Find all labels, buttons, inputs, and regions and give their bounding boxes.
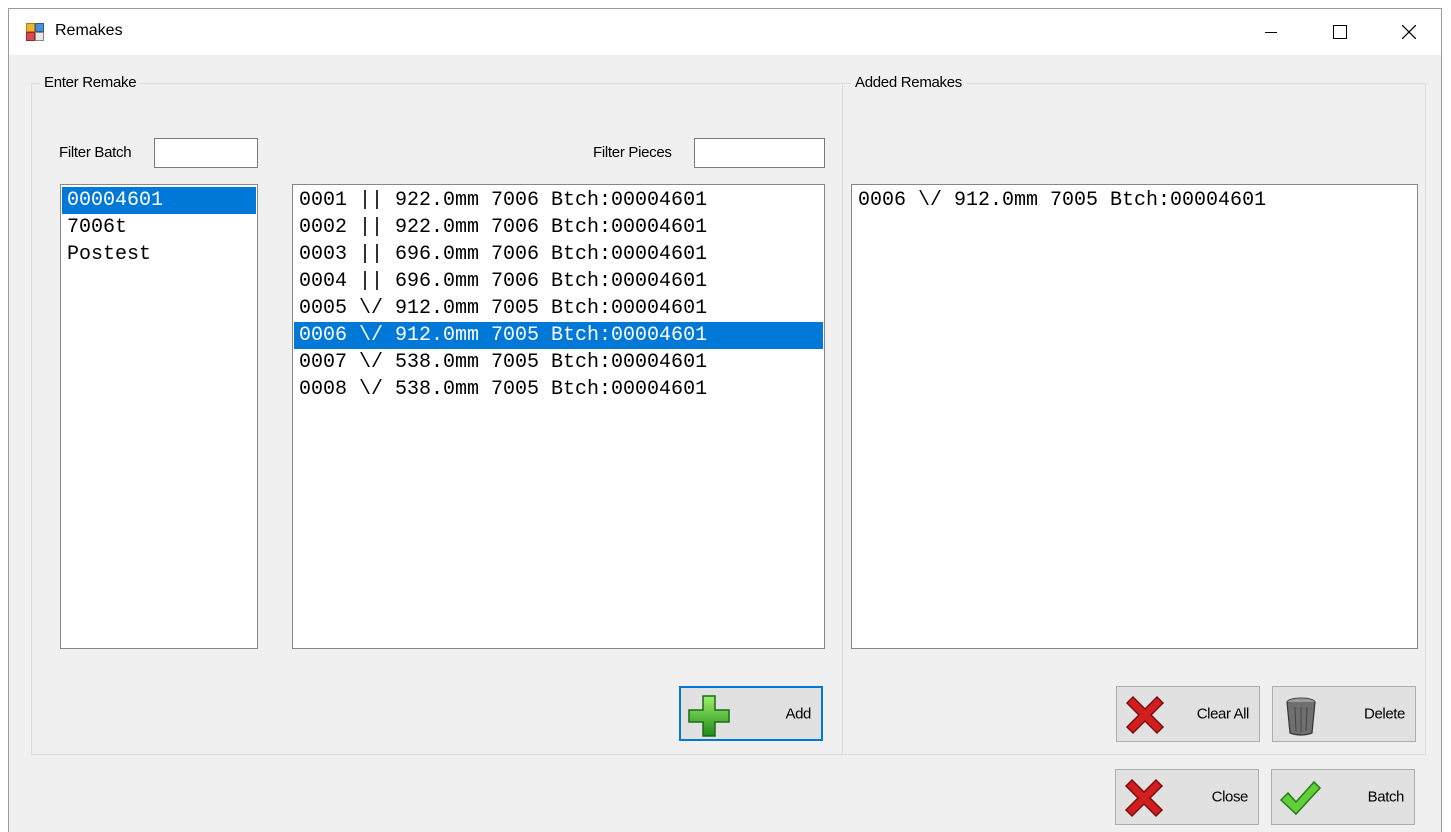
piece-list-item[interactable]: 0004 || 696.0mm 7006 Btch:00004601 [294, 268, 823, 295]
filter-batch-input[interactable] [154, 138, 258, 168]
red-x-icon [1122, 776, 1166, 820]
red-x-icon [1123, 693, 1167, 737]
piece-list-item[interactable]: 0003 || 696.0mm 7006 Btch:00004601 [294, 241, 823, 268]
added-remake-list-item[interactable]: 0006 \/ 912.0mm 7005 Btch:00004601 [853, 187, 1416, 214]
added-remakes-listbox[interactable]: 0006 \/ 912.0mm 7005 Btch:00004601 [851, 184, 1418, 649]
close-window-button[interactable] [1386, 9, 1432, 55]
added-remakes-group-label: Added Remakes [851, 74, 966, 91]
batch-list-item[interactable]: 00004601 [62, 187, 256, 214]
piece-list-item[interactable]: 0002 || 922.0mm 7006 Btch:00004601 [294, 214, 823, 241]
filter-pieces-input[interactable] [694, 138, 825, 168]
batch-list-item[interactable]: 7006t [62, 214, 256, 241]
filter-batch-label: Filter Batch [59, 144, 132, 161]
close-button[interactable]: Close [1115, 769, 1259, 825]
delete-button[interactable]: Delete [1272, 686, 1416, 742]
batch-listbox[interactable]: 00004601 7006t Postest [60, 184, 258, 649]
batch-list-item[interactable]: Postest [62, 241, 256, 268]
batch-button[interactable]: Batch [1271, 769, 1415, 825]
piece-list-item[interactable]: 0006 \/ 912.0mm 7005 Btch:00004601 [294, 322, 823, 349]
minimize-button[interactable] [1248, 9, 1294, 55]
piece-list-item[interactable]: 0007 \/ 538.0mm 7005 Btch:00004601 [294, 349, 823, 376]
pieces-listbox[interactable]: 0001 || 922.0mm 7006 Btch:00004601 0002 |… [292, 184, 825, 649]
title-bar[interactable]: Remakes [9, 9, 1441, 55]
enter-remake-group-label: Enter Remake [40, 74, 141, 91]
trash-can-icon [1279, 693, 1323, 737]
filter-pieces-label: Filter Pieces [593, 144, 672, 161]
remakes-window: Remakes Enter Remake Filter Batch Filter… [8, 8, 1442, 832]
batch-button-label: Batch [1367, 788, 1405, 806]
added-remakes-group: Added Remakes 0006 \/ 912.0mm 7005 Btch:… [842, 74, 1426, 755]
window-title: Remakes [55, 22, 123, 39]
green-plus-icon [687, 694, 731, 738]
piece-list-item[interactable]: 0005 \/ 912.0mm 7005 Btch:00004601 [294, 295, 823, 322]
maximize-button[interactable] [1317, 9, 1363, 55]
app-form-icon [26, 23, 44, 41]
close-button-label: Close [1211, 788, 1249, 806]
add-button-label: Add [785, 705, 812, 722]
green-check-icon [1278, 776, 1322, 820]
enter-remake-group: Enter Remake Filter Batch Filter Pieces … [31, 74, 843, 755]
piece-list-item[interactable]: 0001 || 922.0mm 7006 Btch:00004601 [294, 187, 823, 214]
add-button[interactable]: Add [679, 686, 823, 741]
clear-all-button[interactable]: Clear All [1116, 686, 1260, 742]
piece-list-item[interactable]: 0008 \/ 538.0mm 7005 Btch:00004601 [294, 376, 823, 403]
delete-button-label: Delete [1364, 705, 1405, 723]
clear-all-button-label: Clear All [1196, 705, 1250, 723]
